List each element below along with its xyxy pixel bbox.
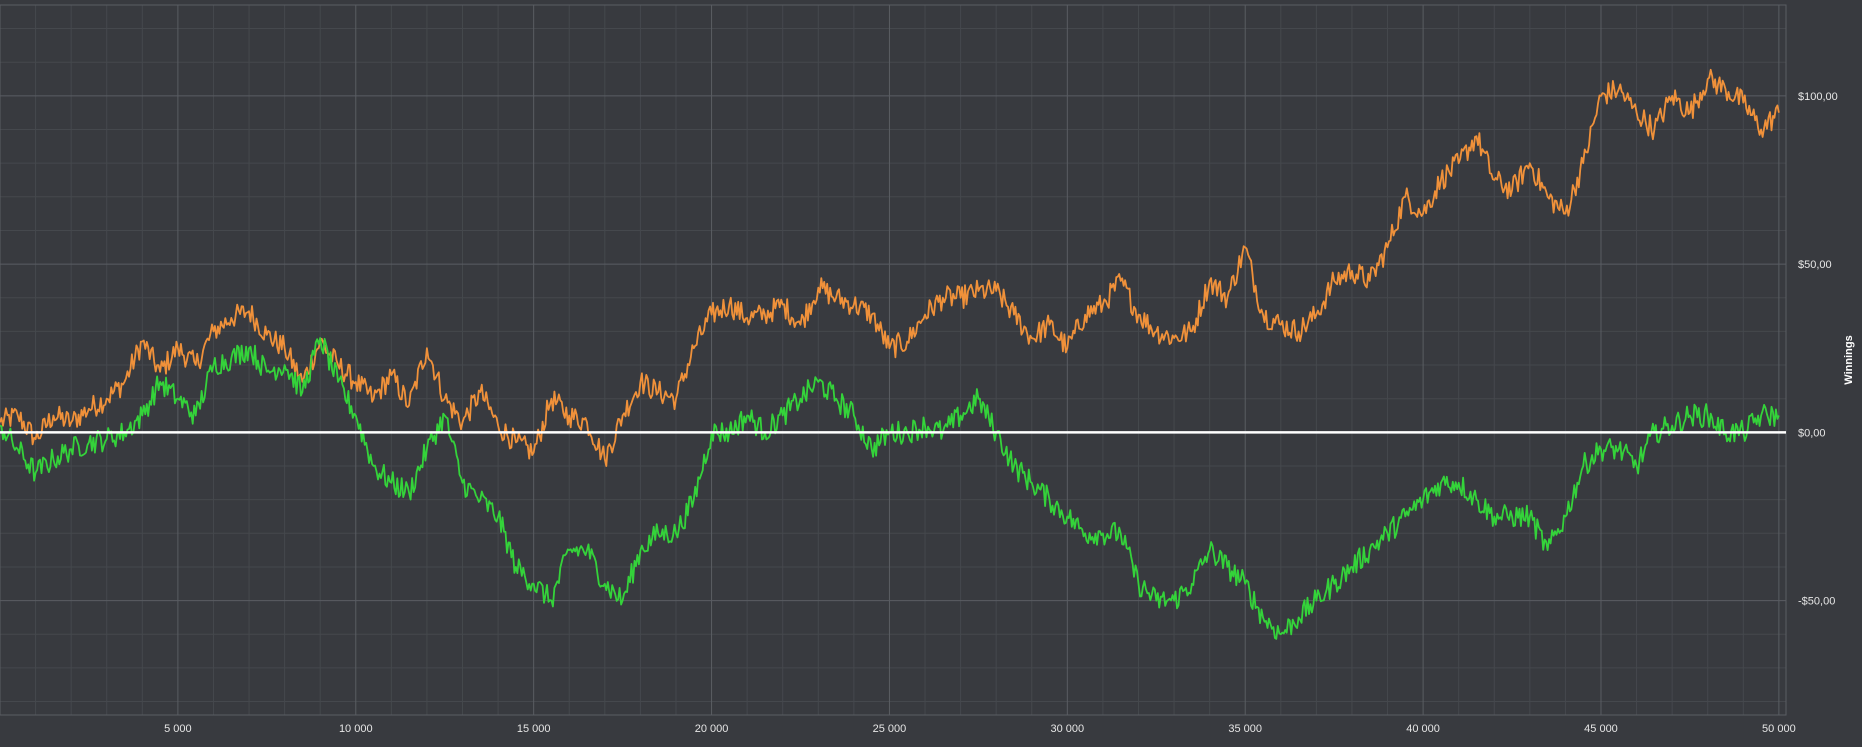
x-tick-label: 10 000	[339, 723, 373, 735]
winnings-chart: 5 000 10 000 15 000 20 000 25 000 30 000 35 00…	[0, 0, 1862, 747]
y-tick-label: -$50,00	[1798, 596, 1835, 608]
x-tick-label: 50 000	[1762, 723, 1796, 735]
y-tick-label: $0,00	[1798, 427, 1826, 439]
x-tick-label: 30 000	[1051, 723, 1085, 735]
x-tick-label: 25 000	[873, 723, 907, 735]
y-tick-label: $50,00	[1798, 259, 1832, 271]
x-tick-label: 5 000	[164, 723, 192, 735]
y-axis-title: Winnings	[1843, 335, 1855, 384]
x-tick-label: 15 000	[517, 723, 551, 735]
x-tick-label: 40 000	[1406, 723, 1440, 735]
chart-background	[0, 0, 1862, 747]
y-tick-label: $100,00	[1798, 91, 1838, 103]
x-tick-label: 35 000	[1228, 723, 1262, 735]
x-tick-label: 45 000	[1584, 723, 1618, 735]
x-tick-label: 20 000	[695, 723, 729, 735]
